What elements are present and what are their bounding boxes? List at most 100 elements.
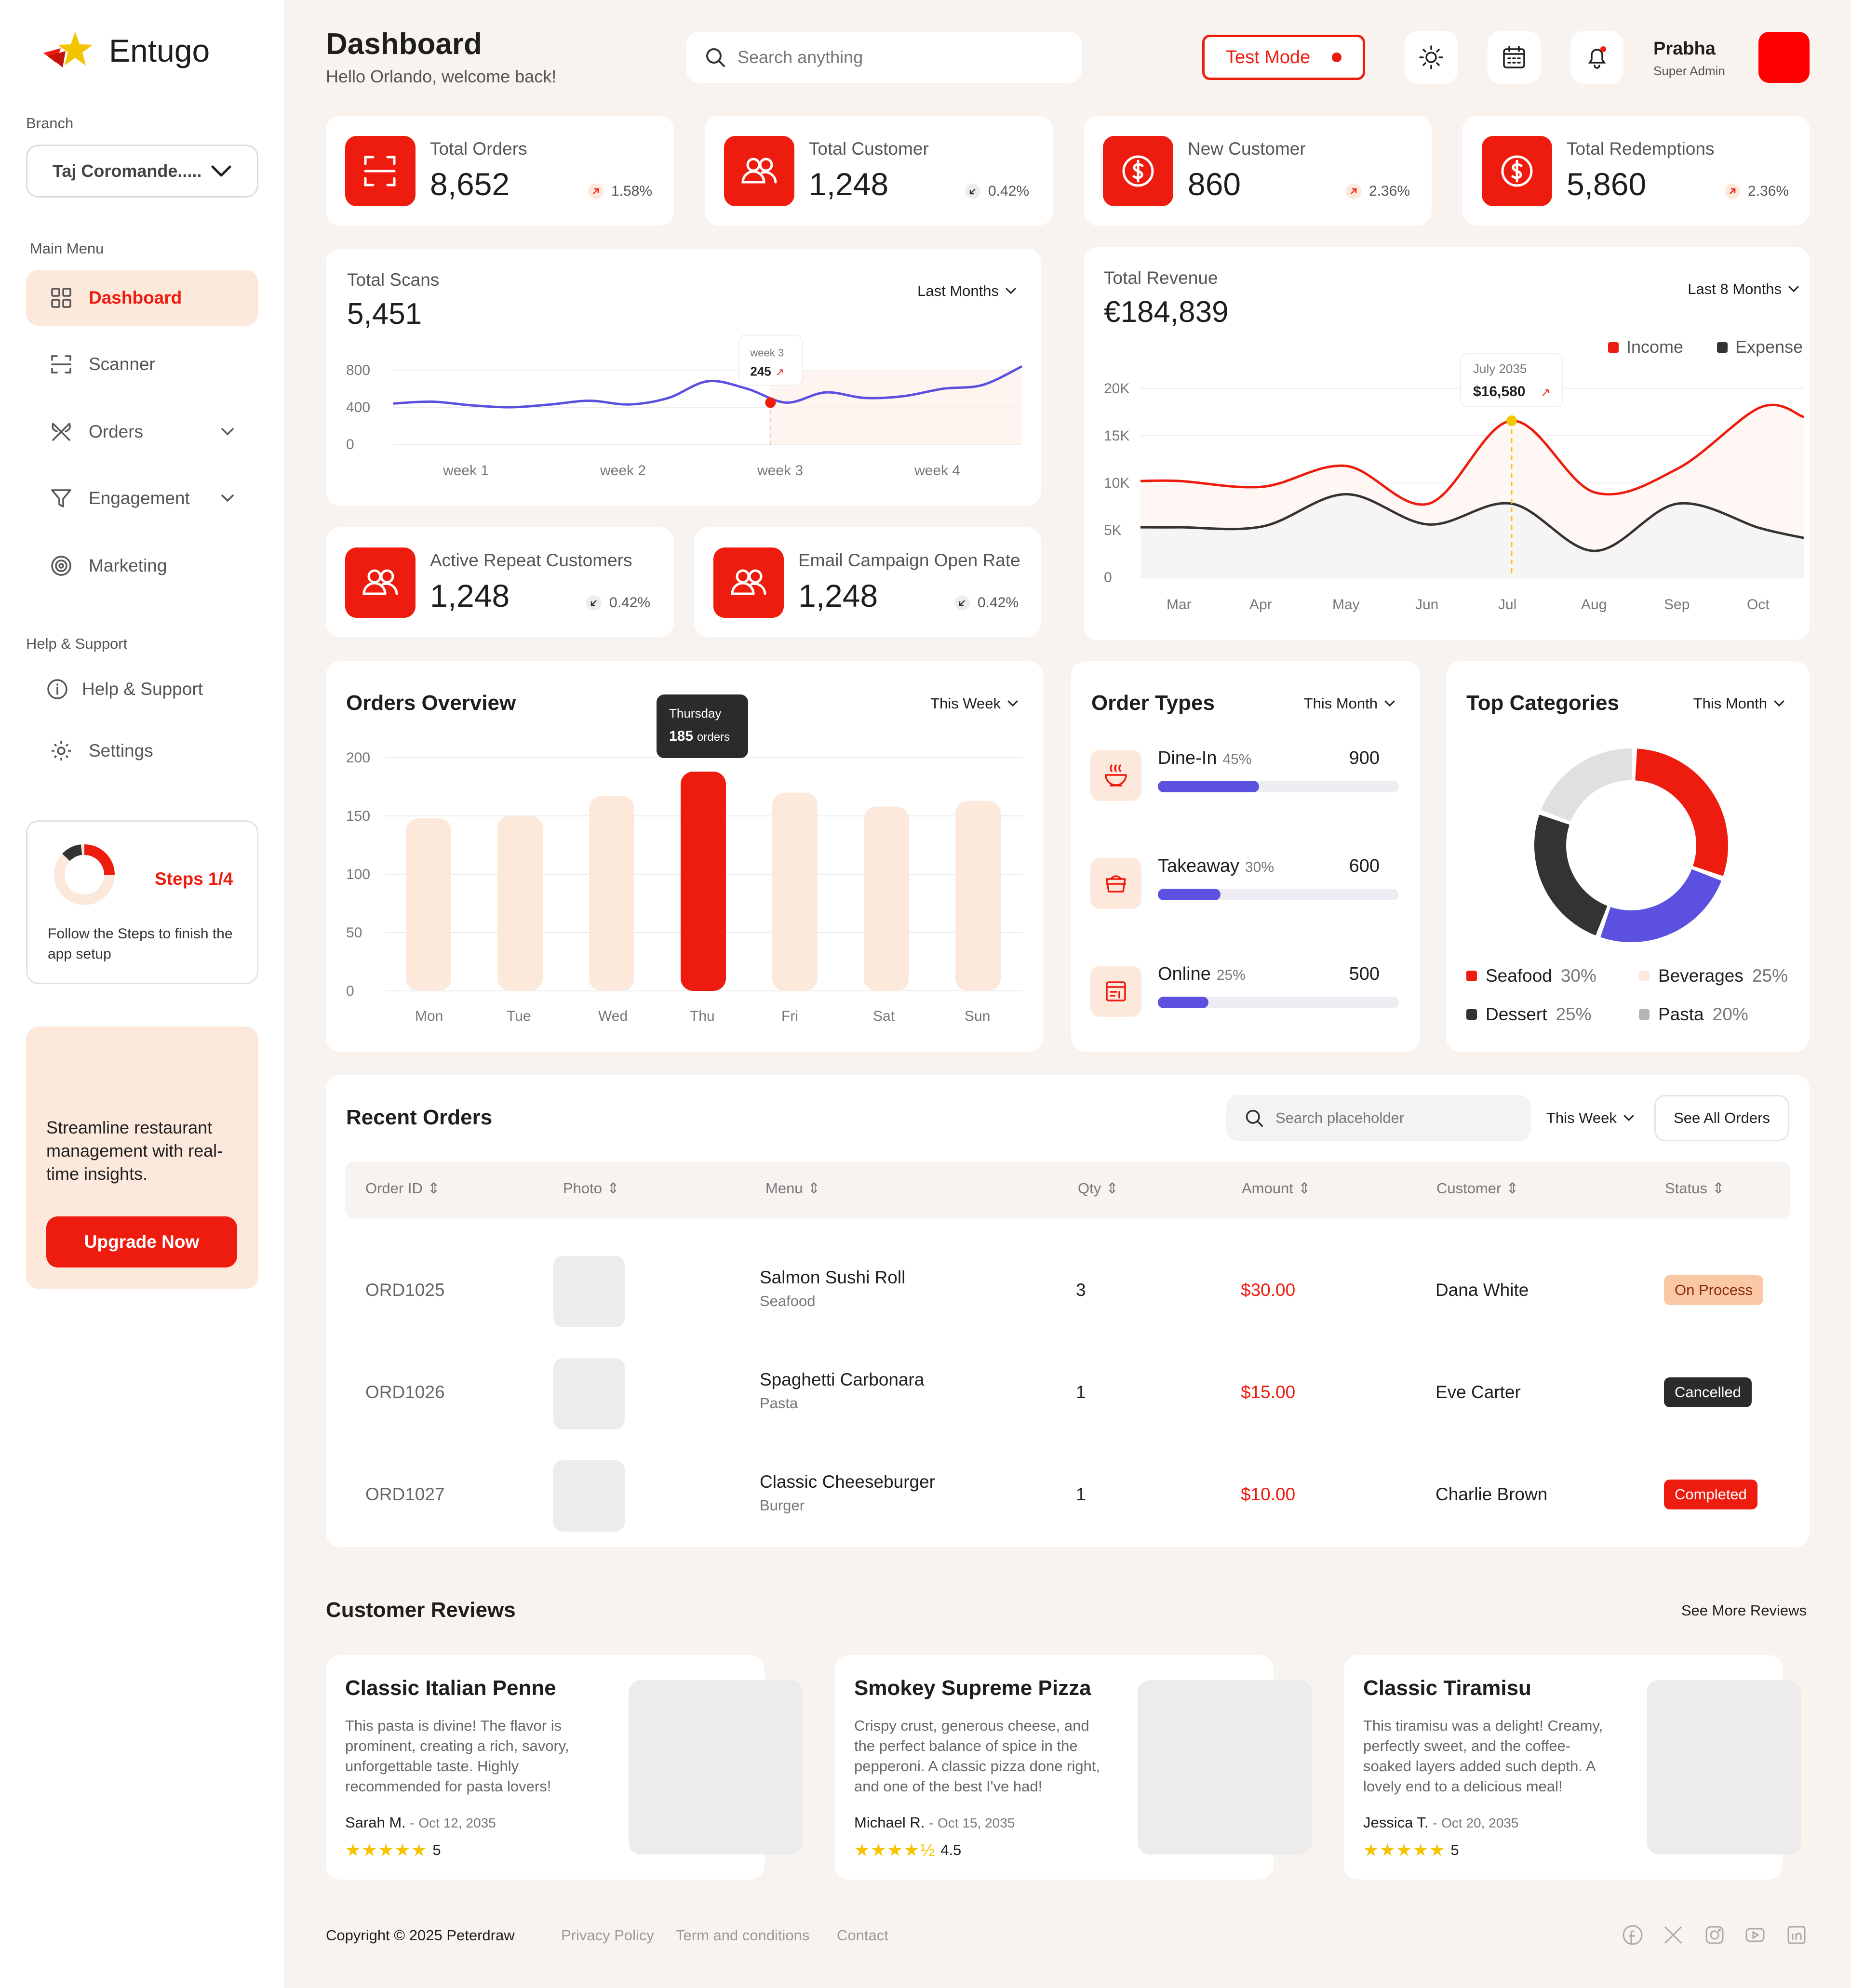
search-placeholder: Search placeholder xyxy=(1275,1109,1405,1126)
steps-progress-ring xyxy=(54,844,115,905)
review-card[interactable]: Classic Tiramisu This tiramisu was a del… xyxy=(1344,1655,1801,1880)
x-tick-label: Tue xyxy=(507,1008,531,1024)
stat-card-total-orders: Total Orders 8,652 1.58% xyxy=(326,116,674,226)
sidebar: Entugo Branch Taj Coromande..... Main Me… xyxy=(0,0,284,1988)
orders-search-input[interactable]: Search placeholder xyxy=(1226,1095,1531,1141)
order-type-name: Takeaway 30% xyxy=(1158,856,1274,877)
trend-down-icon xyxy=(965,184,980,199)
y-tick-label: 15K xyxy=(1104,428,1129,444)
copyright: Copyright © 2025 Peterdraw xyxy=(326,1927,515,1944)
sidebar-item-scanner[interactable]: Scanner xyxy=(26,336,258,392)
orders-period-dropdown[interactable]: This Week xyxy=(1546,1109,1634,1127)
x-tick-label: week 1 xyxy=(443,463,489,479)
sidebar-item-marketing[interactable]: Marketing xyxy=(26,538,258,594)
dollar-icon xyxy=(1482,136,1552,206)
order-types-period-dropdown[interactable]: This Month xyxy=(1304,695,1395,712)
legend-pct: 25% xyxy=(1556,1004,1592,1024)
order-type-label: Takeaway xyxy=(1158,856,1239,876)
sidebar-item-dashboard[interactable]: Dashboard xyxy=(26,270,258,326)
linkedin-icon[interactable] xyxy=(1784,1923,1809,1947)
facebook-icon[interactable] xyxy=(1621,1923,1645,1947)
star-logo-icon xyxy=(43,32,93,67)
recent-orders-card: Recent Orders Search placeholder This We… xyxy=(326,1075,1810,1547)
trend-up-icon: ↗ xyxy=(1541,386,1550,399)
x-tick-label: May xyxy=(1332,597,1360,613)
sidebar-item-help[interactable]: Help & Support xyxy=(26,661,258,717)
page-title: Dashboard xyxy=(326,27,482,61)
logo[interactable]: Entugo xyxy=(41,29,210,72)
setup-steps-card[interactable]: Steps 1/4 Follow the Steps to finish the… xyxy=(26,820,258,984)
terms-link[interactable]: Term and conditions xyxy=(676,1927,809,1944)
test-mode-toggle[interactable]: Test Mode xyxy=(1202,35,1365,80)
legend-seafood: Seafood 30% xyxy=(1466,966,1596,986)
stat-label: Total Orders xyxy=(430,139,527,159)
youtube-icon[interactable] xyxy=(1743,1923,1767,1947)
order-type-name: Dine-In 45% xyxy=(1158,748,1252,769)
y-tick-label: 200 xyxy=(346,750,370,766)
y-tick-label: 10K xyxy=(1104,475,1129,491)
table-row[interactable]: ORD1025 Salmon Sushi Roll Seafood 3 $30.0… xyxy=(345,1234,1790,1336)
trend-up-icon: ↗ xyxy=(775,366,784,378)
review-image xyxy=(629,1680,803,1855)
see-all-orders-button[interactable]: See All Orders xyxy=(1654,1095,1789,1141)
column-header-status[interactable]: Status ⇕ xyxy=(1665,1180,1725,1197)
x-icon[interactable] xyxy=(1661,1923,1685,1947)
global-search-input[interactable]: Search anything xyxy=(686,32,1082,83)
order-type-takeaway: Takeaway 30% 600 xyxy=(1090,854,1399,912)
column-header-order-id[interactable]: Order ID ⇕ xyxy=(365,1180,440,1197)
avatar[interactable] xyxy=(1758,32,1810,83)
table-row[interactable]: ORD1027 Classic Cheeseburger Burger 1 $10… xyxy=(345,1438,1790,1540)
sidebar-item-settings[interactable]: Settings xyxy=(26,723,258,779)
x-tick-label: Mon xyxy=(415,1008,443,1024)
privacy-policy-link[interactable]: Privacy Policy xyxy=(561,1927,654,1944)
see-more-reviews-link[interactable]: See More Reviews xyxy=(1681,1602,1807,1619)
menu-cell: Salmon Sushi Roll Seafood xyxy=(760,1268,905,1310)
branch-select[interactable]: Taj Coromande..... xyxy=(26,145,258,198)
order-type-pct: 25% xyxy=(1216,967,1246,983)
highlight-point xyxy=(1506,415,1517,427)
y-tick-label: 0 xyxy=(346,437,354,453)
column-header-photo[interactable]: Photo ⇕ xyxy=(563,1180,619,1197)
legend-swatch xyxy=(1639,1009,1650,1020)
qty: 3 xyxy=(1076,1280,1086,1300)
review-text: This tiramisu was a delight! Creamy, per… xyxy=(1363,1717,1603,1795)
column-header-amount[interactable]: Amount ⇕ xyxy=(1242,1180,1311,1197)
review-card[interactable]: Classic Italian Penne This pasta is divi… xyxy=(326,1655,803,1880)
review-card[interactable]: Smokey Supreme Pizza Crispy crust, gener… xyxy=(835,1655,1312,1880)
status-badge: Completed xyxy=(1664,1480,1757,1509)
total-scans-card: Total Scans 5,451 Last Months 0 400 800 wee… xyxy=(326,249,1041,506)
search-icon xyxy=(1246,1109,1263,1127)
calendar-button[interactable] xyxy=(1488,31,1541,84)
legend-swatch xyxy=(1608,342,1619,353)
chevron-down-icon xyxy=(221,494,234,502)
user-role: Super Admin xyxy=(1653,64,1725,78)
trend-down-icon xyxy=(954,595,970,611)
review-rating: ★★★★★ 5 xyxy=(345,1840,441,1860)
utensils-icon xyxy=(52,423,71,441)
branch-label: Branch xyxy=(26,115,74,132)
page-subtitle: Hello Orlando, welcome back! xyxy=(326,67,557,86)
sidebar-item-orders[interactable]: Orders xyxy=(26,404,258,460)
notifications-button[interactable] xyxy=(1570,31,1623,84)
y-tick-label: 100 xyxy=(346,867,370,882)
column-header-customer[interactable]: Customer ⇕ xyxy=(1436,1180,1518,1197)
highlight-point xyxy=(765,397,776,408)
donut-slice-beverages xyxy=(1600,868,1722,942)
promo-text: Streamline restaurant management with re… xyxy=(46,1118,223,1184)
star-icon: ★★★★★ xyxy=(1363,1840,1446,1860)
column-header-qty[interactable]: Qty ⇕ xyxy=(1078,1180,1118,1197)
sidebar-item-label: Marketing xyxy=(89,556,167,575)
contact-link[interactable]: Contact xyxy=(837,1927,888,1944)
theme-toggle-button[interactable] xyxy=(1405,31,1458,84)
review-date: Oct 15, 2035 xyxy=(938,1815,1015,1830)
instagram-icon[interactable] xyxy=(1703,1923,1727,1947)
x-tick-label: Sep xyxy=(1664,597,1690,613)
stat-label: Email Campaign Open Rate xyxy=(798,550,1020,570)
table-row[interactable]: ORD1026 Spaghetti Carbonara Pasta 1 $15.0… xyxy=(345,1336,1790,1438)
menu-name: Classic Cheeseburger xyxy=(760,1472,936,1492)
info-icon xyxy=(47,679,67,699)
order-type-value: 900 xyxy=(1349,748,1380,768)
upgrade-now-button[interactable]: Upgrade Now xyxy=(46,1216,237,1268)
sidebar-item-engagement[interactable]: Engagement xyxy=(26,470,258,526)
column-header-menu[interactable]: Menu ⇕ xyxy=(765,1180,820,1197)
